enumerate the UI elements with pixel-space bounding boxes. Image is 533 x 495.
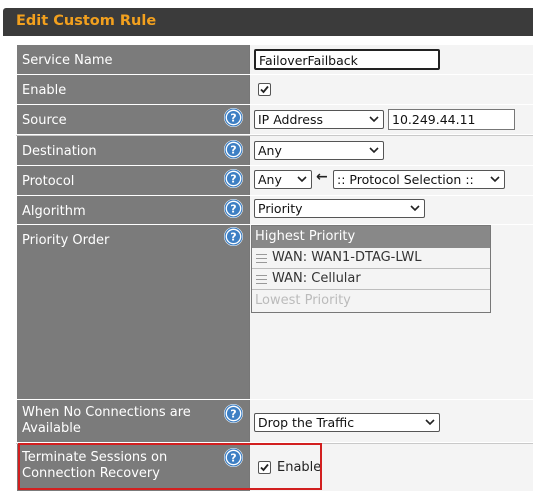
protocol-select[interactable]: Any: [254, 170, 312, 189]
priority-list-footer: Lowest Priority: [255, 293, 351, 308]
row-enable: Enable: [16, 75, 533, 104]
chevron-down-icon: [369, 147, 379, 154]
algorithm-help-icon[interactable]: ?: [224, 199, 243, 218]
highlight-box: [18, 443, 322, 490]
arrow-left-icon: ←: [316, 169, 328, 185]
drag-handle-icon[interactable]: [256, 275, 267, 284]
row-no-connections: When No Connections are Available ? Drop…: [16, 400, 533, 442]
source-type-select[interactable]: IP Address: [254, 110, 384, 129]
enable-label: Enable: [22, 83, 67, 98]
no-connections-select[interactable]: Drop the Traffic: [254, 413, 440, 432]
priority-order-list: Highest Priority WAN: WAN1-DTAG-LWL WAN:…: [251, 225, 491, 313]
chevron-down-icon: [425, 419, 435, 426]
no-connections-help-icon[interactable]: ?: [224, 404, 243, 423]
source-label: Source: [22, 113, 67, 128]
source-ip-input[interactable]: 10.249.44.11: [388, 109, 515, 130]
panel-title-bar: Edit Custom Rule: [3, 8, 533, 36]
chevron-down-icon: [410, 205, 420, 212]
no-connections-label: When No Connections are Available: [22, 405, 191, 436]
row-algorithm: Algorithm ? Priority: [16, 196, 533, 224]
svg-text:?: ?: [230, 112, 236, 125]
svg-text:?: ?: [230, 173, 236, 186]
priority-help-icon[interactable]: ?: [224, 227, 243, 246]
row-source: Source ? IP Address 10.249.44.11: [16, 105, 533, 134]
priority-list-item[interactable]: WAN: WAN1-DTAG-LWL: [252, 248, 490, 269]
algorithm-label: Algorithm: [22, 204, 86, 219]
protocol-selection-select[interactable]: :: Protocol Selection ::: [333, 170, 505, 189]
svg-text:?: ?: [230, 408, 236, 421]
destination-select[interactable]: Any: [254, 141, 384, 160]
drag-handle-icon[interactable]: [256, 254, 267, 263]
destination-label: Destination: [22, 144, 97, 159]
destination-help-icon[interactable]: ?: [224, 140, 243, 159]
service-name-label: Service Name: [22, 53, 113, 68]
enable-checkbox[interactable]: [258, 83, 271, 96]
row-destination: Destination ? Any: [16, 136, 533, 165]
priority-order-label: Priority Order: [22, 233, 110, 248]
panel-title: Edit Custom Rule: [16, 13, 157, 29]
row-service-name: Service Name FailoverFailback: [16, 45, 533, 74]
svg-text:?: ?: [230, 144, 236, 157]
svg-text:?: ?: [230, 203, 236, 216]
protocol-help-icon[interactable]: ?: [224, 169, 243, 188]
chevron-down-icon: [490, 176, 500, 183]
row-protocol: Protocol ? Any ← :: Protocol Selection :…: [16, 166, 533, 195]
svg-text:?: ?: [230, 231, 236, 244]
chevron-down-icon: [369, 116, 379, 123]
service-name-input[interactable]: FailoverFailback: [254, 49, 440, 70]
algorithm-select[interactable]: Priority: [254, 199, 425, 218]
priority-list-item[interactable]: WAN: Cellular: [252, 269, 490, 290]
custom-rule-form: Service Name FailoverFailback Enable Sou…: [16, 45, 533, 495]
source-help-icon[interactable]: ?: [224, 108, 243, 127]
protocol-label: Protocol: [22, 174, 75, 189]
priority-list-header: Highest Priority: [252, 226, 490, 248]
chevron-down-icon: [297, 176, 307, 183]
